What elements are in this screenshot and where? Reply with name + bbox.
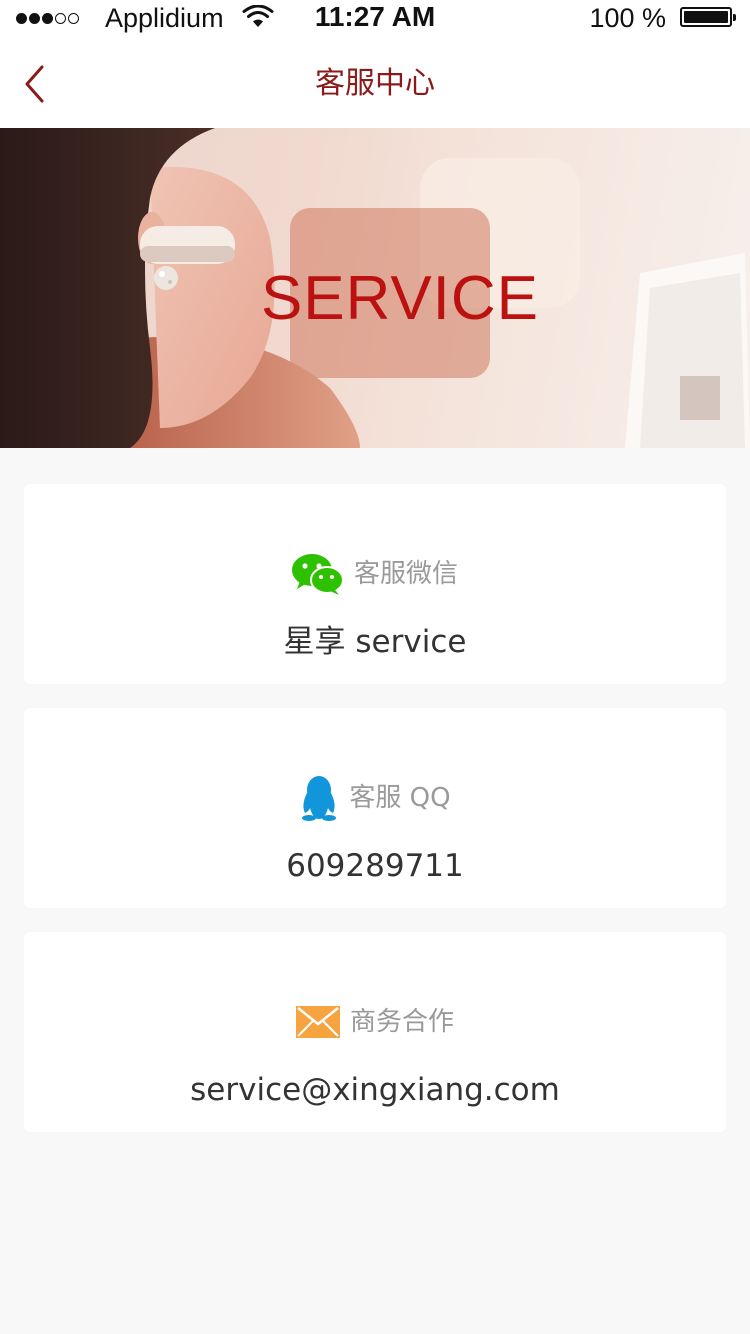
status-bar: Applidium 11:27 AM 100 %	[0, 0, 750, 40]
service-banner: SERVICE	[0, 128, 750, 448]
page-title: 客服中心	[315, 66, 435, 101]
wechat-contact-card: 客服微信 星享 service	[24, 484, 726, 684]
contact-label: 商务合作	[349, 1007, 454, 1037]
wechat-icon	[291, 554, 344, 595]
banner-title: SERVICE	[260, 264, 540, 333]
contact-label: 客服 QQ	[349, 783, 451, 813]
navigation-bar: 客服中心	[0, 40, 750, 128]
business-contact-card: 商务合作 service@xingxiang.com	[24, 932, 726, 1132]
qq-number[interactable]: 609289711	[24, 842, 726, 890]
battery-percentage: 100 %	[589, 3, 666, 33]
qq-contact-card: 客服 QQ 609289711	[24, 708, 726, 908]
business-email[interactable]: service@xingxiang.com	[24, 1066, 726, 1114]
qq-penguin-icon	[302, 776, 337, 821]
contact-label: 客服微信	[353, 559, 458, 589]
envelope-icon	[295, 1006, 340, 1038]
wechat-id[interactable]: 星享 service	[24, 618, 726, 666]
contact-list: 客服微信 星享 service 客服 QQ 609289711 商务合作 ser…	[24, 484, 726, 1156]
battery-icon	[680, 7, 736, 27]
